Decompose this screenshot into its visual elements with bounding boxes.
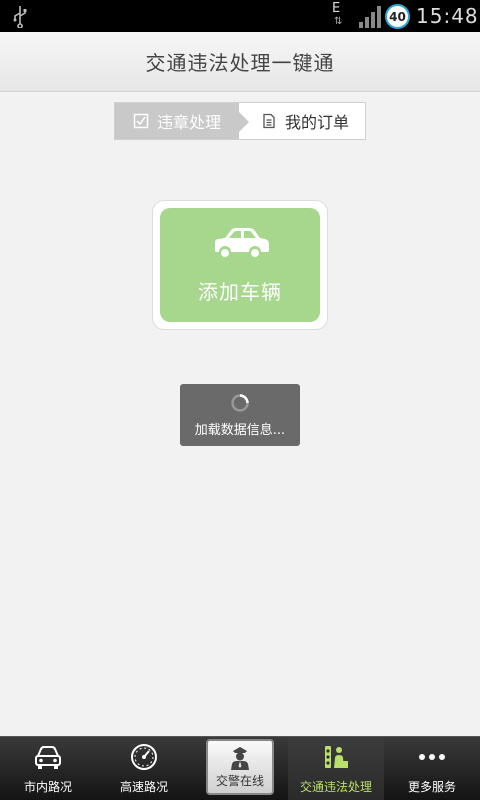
tab-violation-handling[interactable]: 违章处理 (115, 103, 249, 139)
police-online-button: 交警在线 (206, 739, 274, 795)
usb-icon (13, 6, 27, 28)
nav-highway-traffic[interactable]: 高速路况 (96, 737, 192, 800)
nav-label: 高速路况 (119, 780, 168, 794)
tab-my-orders[interactable]: 我的订单 (239, 103, 365, 139)
loading-toast: 加载数据信息... (180, 384, 300, 446)
nav-more-services[interactable]: 更多服务 (384, 737, 480, 800)
loading-text: 加载数据信息... (194, 422, 286, 438)
checkbox-icon (133, 113, 149, 129)
add-vehicle-button[interactable]: 添加车辆 (160, 208, 320, 322)
clock: 15:48 (416, 4, 479, 28)
nav-traffic-violation[interactable]: 交通违法处理 (288, 737, 384, 800)
police-officer-icon (231, 747, 249, 770)
title-bar: 交通违法处理一键通 (0, 32, 480, 92)
nav-city-traffic[interactable]: 市内路况 (0, 737, 96, 800)
add-vehicle-card-frame: 添加车辆 (152, 200, 328, 330)
document-icon (263, 113, 275, 129)
traffic-violation-icon (325, 746, 348, 768)
page-title: 交通违法处理一键通 (145, 51, 335, 75)
nav-label: 交通违法处理 (299, 780, 372, 794)
car-icon (215, 227, 269, 259)
spinner-icon (231, 393, 249, 412)
signal-icon (359, 6, 381, 28)
tab-label: 违章处理 (156, 113, 221, 132)
network-arrows-icon: ⇅ (334, 16, 343, 27)
segmented-tabs: 违章处理 我的订单 (114, 102, 366, 140)
car-front-icon (35, 746, 61, 769)
battery-level: 40 (389, 9, 406, 24)
network-type: E (332, 1, 341, 16)
speedometer-icon (131, 744, 157, 770)
nav-label: 更多服务 (407, 780, 456, 794)
nav-police-online[interactable]: 交警在线 (192, 737, 288, 800)
nav-label: 交警在线 (215, 774, 264, 788)
battery-icon: 40 (385, 4, 410, 29)
tab-label: 我的订单 (284, 113, 349, 132)
more-dots-icon (419, 754, 445, 760)
nav-label: 市内路况 (23, 780, 72, 794)
status-bar: E ⇅ 40 15:48 (0, 0, 480, 32)
add-vehicle-label: 添加车辆 (198, 279, 282, 304)
bottom-nav: 市内路况 高速路况 交警在线 交通违法处理 更多服务 (0, 736, 480, 800)
